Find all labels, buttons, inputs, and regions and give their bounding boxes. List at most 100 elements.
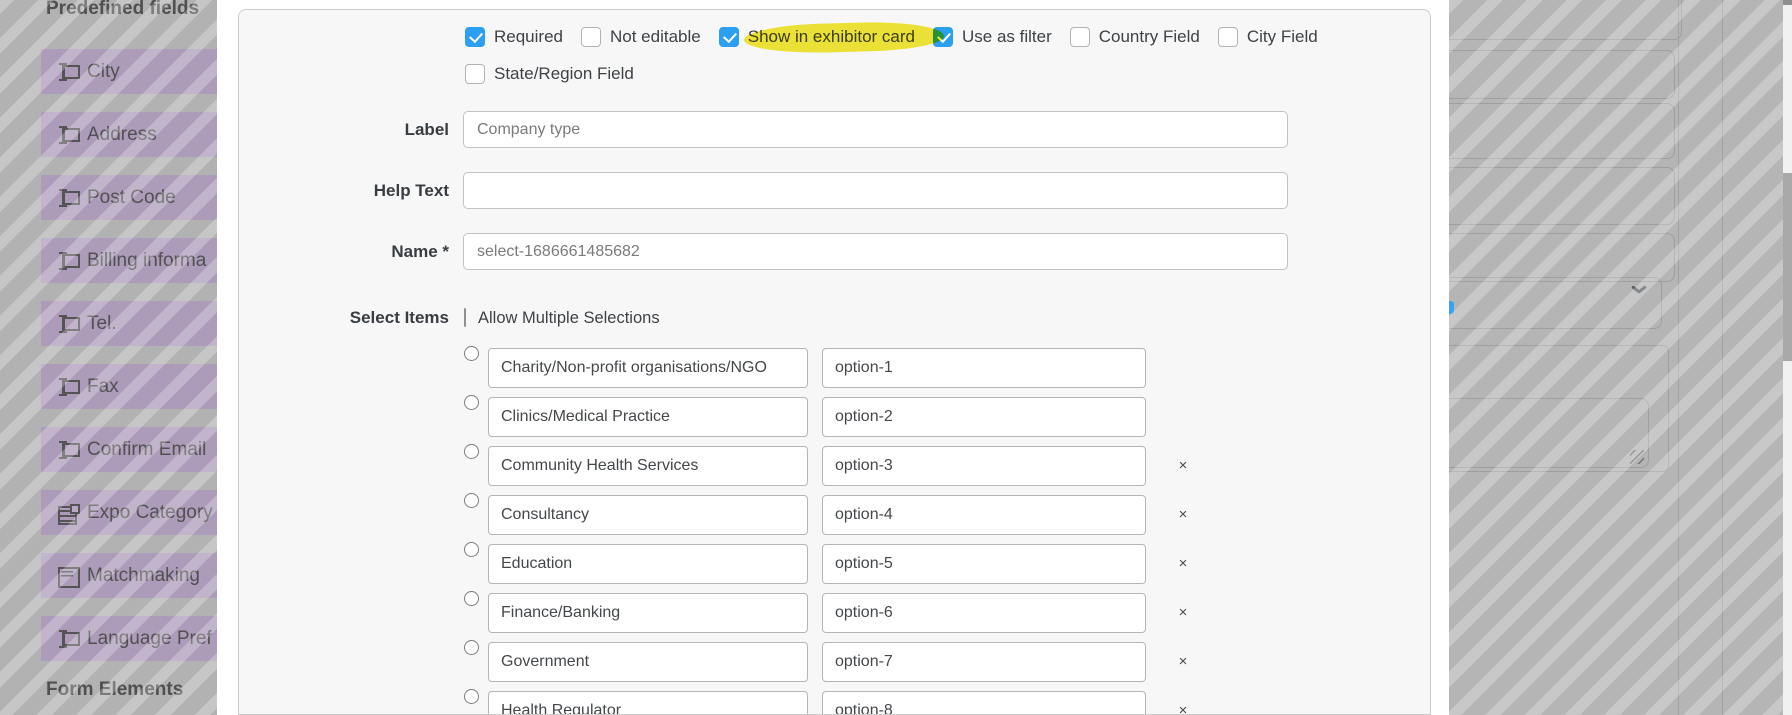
predefined-field-button[interactable]: Post Code: [41, 175, 217, 220]
predefined-field-button[interactable]: Tel.: [41, 301, 217, 346]
settings-input[interactable]: [463, 111, 1288, 148]
option-label-input[interactable]: [488, 642, 808, 682]
option-label-input[interactable]: [488, 691, 808, 715]
field-type-icon: [58, 64, 80, 80]
option-radio[interactable]: [464, 640, 479, 655]
predefined-field-label: Address: [87, 124, 157, 146]
settings-input[interactable]: [463, 172, 1288, 209]
option-label-input[interactable]: [488, 495, 808, 535]
predefined-field-button[interactable]: City: [41, 49, 217, 94]
option-row: ×: [464, 495, 1193, 535]
checkbox[interactable]: [465, 64, 485, 84]
select-items-row: Select Items Allow Multiple Selections: [239, 308, 660, 328]
background-form-stage: [1449, 0, 1783, 715]
predefined-field-label: City: [87, 61, 120, 83]
settings-label: Label: [239, 120, 449, 140]
option-radio[interactable]: [464, 444, 479, 459]
field-type-icon: [58, 190, 80, 206]
checkbox-item: Required: [465, 27, 563, 47]
option-row: ×: [464, 593, 1193, 633]
scrollbar-arrow[interactable]: [1783, 0, 1792, 5]
option-row: ×: [464, 642, 1193, 682]
predefined-field-label: Post Code: [87, 187, 176, 209]
option-value-input[interactable]: [822, 348, 1146, 388]
checkbox[interactable]: [1218, 27, 1238, 47]
allow-multiple-wrap: [464, 309, 466, 327]
allow-multiple-checkbox[interactable]: [464, 308, 466, 327]
option-radio[interactable]: [464, 493, 479, 508]
option-row: [464, 348, 1193, 388]
predefined-field-button[interactable]: Billing informa: [41, 238, 217, 283]
option-value-input[interactable]: [822, 544, 1146, 584]
option-radio[interactable]: [464, 542, 479, 557]
predefined-field-button[interactable]: Confirm Email: [41, 427, 217, 472]
option-label-input[interactable]: [488, 593, 808, 633]
field-settings-dialog: Required Not editable Show in exhibitor …: [238, 9, 1431, 715]
option-value-input[interactable]: [822, 593, 1146, 633]
option-value-input[interactable]: [822, 397, 1146, 437]
settings-label: Help Text: [239, 181, 449, 201]
bg-field-box: [1449, 0, 1682, 40]
checkbox-item: Not editable: [581, 27, 701, 47]
option-label-input[interactable]: [488, 544, 808, 584]
checkbox-label: Use as filter: [962, 27, 1052, 47]
checkbox[interactable]: [1070, 27, 1090, 47]
predefined-field-button[interactable]: Matchmaking: [41, 553, 217, 598]
checkbox-item: State/Region Field: [465, 64, 1431, 84]
predefined-field-label: Billing informa: [87, 250, 206, 272]
predefined-field-label: Matchmaking: [87, 565, 200, 587]
settings-input[interactable]: [463, 233, 1288, 270]
predefined-fields-title: Predefined fields: [46, 0, 199, 20]
field-type-icon: [58, 379, 80, 395]
scrollbar-thumb[interactable]: [1783, 173, 1792, 361]
predefined-field-button[interactable]: Language Pref: [41, 616, 217, 661]
remove-option-button[interactable]: ×: [1173, 701, 1193, 715]
option-label-input[interactable]: [488, 397, 808, 437]
option-row: [464, 397, 1193, 437]
checkbox[interactable]: [465, 27, 485, 47]
field-text-settings: Label Help Text Name *: [239, 111, 1288, 270]
checkbox[interactable]: [581, 27, 601, 47]
option-value-input[interactable]: [822, 642, 1146, 682]
option-value-input[interactable]: [822, 495, 1146, 535]
bg-select-box: [1449, 277, 1662, 329]
chevron-down-icon: [1631, 285, 1647, 295]
checkbox-label: Not editable: [610, 27, 701, 47]
remove-option-button[interactable]: ×: [1173, 554, 1193, 574]
checkbox-item: Show in exhibitor card: [719, 27, 915, 47]
predefined-field-label: Fax: [87, 376, 119, 398]
remove-option-button[interactable]: ×: [1173, 456, 1193, 476]
checkbox-item: Use as filter: [933, 27, 1052, 47]
bg-field-box: [1449, 103, 1675, 159]
bg-field-box: [1449, 233, 1675, 282]
bg-panel-border: [1722, 0, 1723, 715]
field-type-icon: [58, 442, 80, 458]
checkbox-label: City Field: [1247, 27, 1318, 47]
option-label-input[interactable]: [488, 446, 808, 486]
scrollbar-track[interactable]: [1783, 0, 1792, 715]
option-radio[interactable]: [464, 346, 479, 361]
checkbox[interactable]: [719, 27, 739, 47]
predefined-field-button[interactable]: Fax: [41, 364, 217, 409]
remove-option-button[interactable]: ×: [1173, 652, 1193, 672]
checkbox[interactable]: [933, 27, 953, 47]
remove-option-button[interactable]: ×: [1173, 505, 1193, 525]
option-radio[interactable]: [464, 591, 479, 606]
checkbox-label: Show in exhibitor card: [748, 27, 915, 47]
option-label-input[interactable]: [488, 348, 808, 388]
predefined-field-label: Language Pref: [87, 628, 212, 650]
predefined-field-button[interactable]: Address: [41, 112, 217, 157]
checkbox-item: Country Field: [1070, 27, 1200, 47]
select-items-label: Select Items: [239, 308, 449, 328]
option-radio[interactable]: [464, 689, 479, 704]
form-elements-title: Form Elements: [46, 679, 183, 701]
option-radio[interactable]: [464, 395, 479, 410]
checkbox-item: City Field: [1218, 27, 1318, 47]
select-options-list: × × × ×: [464, 348, 1193, 715]
option-value-input[interactable]: [822, 691, 1146, 715]
remove-option-button[interactable]: ×: [1173, 603, 1193, 623]
predefined-field-label: Confirm Email: [87, 439, 206, 461]
field-type-icon: [58, 568, 80, 584]
predefined-field-button[interactable]: Expo Category: [41, 490, 217, 535]
option-value-input[interactable]: [822, 446, 1146, 486]
